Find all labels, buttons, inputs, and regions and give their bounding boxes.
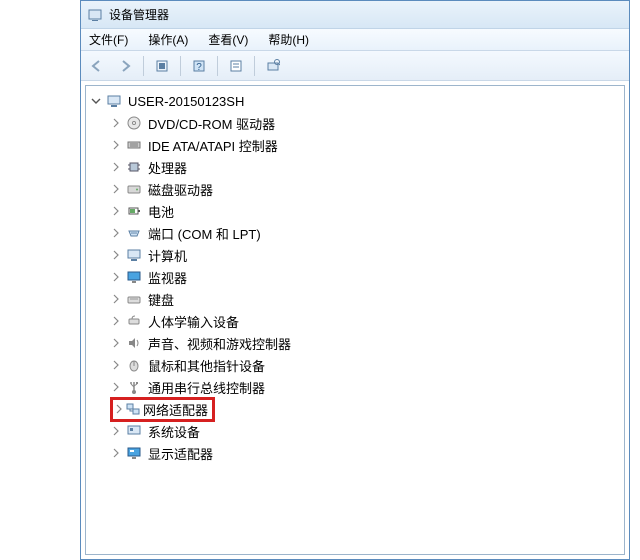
tree-item-mouse[interactable]: 鼠标和其他指针设备 <box>110 354 624 376</box>
toolbar-properties-button[interactable] <box>224 54 248 78</box>
app-icon <box>87 7 103 23</box>
tree-item-label: 磁盘驱动器 <box>146 180 215 199</box>
tree-item-label: 通用串行总线控制器 <box>146 378 267 397</box>
expander-icon[interactable] <box>110 161 122 173</box>
tree-root-node[interactable]: USER-20150123SH <box>90 90 624 112</box>
expander-icon[interactable] <box>110 315 122 327</box>
network-icon <box>125 401 141 417</box>
cpu-icon <box>126 159 142 175</box>
highlight-annotation: 网络适配器 <box>110 397 215 422</box>
tree-item-label: 鼠标和其他指针设备 <box>146 356 267 375</box>
tree-item-label: 键盘 <box>146 290 176 309</box>
mouse-icon <box>126 357 142 373</box>
tree-item-label: 端口 (COM 和 LPT) <box>146 224 263 243</box>
menu-help[interactable]: 帮助(H) <box>264 29 313 50</box>
tree-item-label: 处理器 <box>146 158 189 177</box>
menu-file[interactable]: 文件(F) <box>85 29 132 50</box>
tree-item-computer[interactable]: 计算机 <box>110 244 624 266</box>
expander-icon[interactable] <box>110 183 122 195</box>
expander-icon[interactable] <box>90 95 102 107</box>
tree-item-sound[interactable]: 声音、视频和游戏控制器 <box>110 332 624 354</box>
tree-item-cpu[interactable]: 处理器 <box>110 156 624 178</box>
tree-item-usb[interactable]: 通用串行总线控制器 <box>110 376 624 398</box>
toolbar-help-button[interactable]: ? <box>187 54 211 78</box>
tree-item-monitor[interactable]: 监视器 <box>110 266 624 288</box>
tree-item-label: 网络适配器 <box>141 400 210 419</box>
tree-item-label: 电池 <box>146 202 176 221</box>
computer-icon <box>126 247 142 263</box>
expander-icon[interactable] <box>113 403 125 415</box>
titlebar: 设备管理器 <box>81 1 629 29</box>
tree-item-hid[interactable]: 人体学输入设备 <box>110 310 624 332</box>
expander-icon[interactable] <box>110 359 122 371</box>
toolbar: ? <box>81 51 629 81</box>
system-icon <box>126 423 142 439</box>
battery-icon <box>126 203 142 219</box>
menu-view[interactable]: 查看(V) <box>204 29 252 50</box>
menu-action[interactable]: 操作(A) <box>144 29 192 50</box>
svg-text:?: ? <box>196 62 202 73</box>
tree-item-ports[interactable]: 端口 (COM 和 LPT) <box>110 222 624 244</box>
toolbar-forward-button[interactable] <box>113 54 137 78</box>
disk-icon <box>126 181 142 197</box>
tree-item-network[interactable]: 网络适配器 <box>110 398 624 420</box>
tree-item-label: DVD/CD-ROM 驱动器 <box>146 114 277 133</box>
device-tree-pane[interactable]: USER-20150123SH DVD/CD-ROM 驱动器 IDE ATA/A… <box>85 85 625 555</box>
device-tree: USER-20150123SH DVD/CD-ROM 驱动器 IDE ATA/A… <box>90 90 624 464</box>
sound-icon <box>126 335 142 351</box>
tree-item-label: 监视器 <box>146 268 189 287</box>
tree-root-label: USER-20150123SH <box>126 94 246 109</box>
device-manager-window: 设备管理器 文件(F) 操作(A) 查看(V) 帮助(H) ? <box>80 0 630 560</box>
tree-item-system[interactable]: 系统设备 <box>110 420 624 442</box>
tree-item-disk[interactable]: 磁盘驱动器 <box>110 178 624 200</box>
display-icon <box>126 445 142 461</box>
tree-item-battery[interactable]: 电池 <box>110 200 624 222</box>
tree-item-dvd[interactable]: DVD/CD-ROM 驱动器 <box>110 112 624 134</box>
window-title: 设备管理器 <box>109 6 169 23</box>
expander-icon[interactable] <box>110 271 122 283</box>
keyboard-icon <box>126 291 142 307</box>
tree-item-label: IDE ATA/ATAPI 控制器 <box>146 136 280 155</box>
hid-icon <box>126 313 142 329</box>
tree-item-label: 人体学输入设备 <box>146 312 241 331</box>
expander-icon[interactable] <box>110 381 122 393</box>
expander-icon[interactable] <box>110 139 122 151</box>
tree-item-ide[interactable]: IDE ATA/ATAPI 控制器 <box>110 134 624 156</box>
toolbar-back-button[interactable] <box>85 54 109 78</box>
toolbar-separator <box>254 56 255 76</box>
tree-item-label: 系统设备 <box>146 422 202 441</box>
tree-item-label: 显示适配器 <box>146 444 215 463</box>
tree-item-label: 计算机 <box>146 246 189 265</box>
menubar: 文件(F) 操作(A) 查看(V) 帮助(H) <box>81 29 629 51</box>
toolbar-separator <box>180 56 181 76</box>
expander-icon[interactable] <box>110 425 122 437</box>
expander-icon[interactable] <box>110 227 122 239</box>
tree-children: DVD/CD-ROM 驱动器 IDE ATA/ATAPI 控制器 处理器 磁盘驱… <box>90 112 624 464</box>
tree-item-keyboard[interactable]: 键盘 <box>110 288 624 310</box>
toolbar-show-hidden-button[interactable] <box>150 54 174 78</box>
tree-item-display[interactable]: 显示适配器 <box>110 442 624 464</box>
toolbar-scan-button[interactable] <box>261 54 285 78</box>
port-icon <box>126 225 142 241</box>
expander-icon[interactable] <box>110 447 122 459</box>
expander-icon[interactable] <box>110 205 122 217</box>
expander-icon[interactable] <box>110 117 122 129</box>
expander-icon[interactable] <box>110 249 122 261</box>
toolbar-separator <box>217 56 218 76</box>
expander-icon[interactable] <box>110 337 122 349</box>
computer-root-icon <box>106 93 122 109</box>
monitor-icon <box>126 269 142 285</box>
toolbar-separator <box>143 56 144 76</box>
disc-icon <box>126 115 142 131</box>
tree-item-label: 声音、视频和游戏控制器 <box>146 334 293 353</box>
expander-icon[interactable] <box>110 293 122 305</box>
usb-icon <box>126 379 142 395</box>
ide-icon <box>126 137 142 153</box>
